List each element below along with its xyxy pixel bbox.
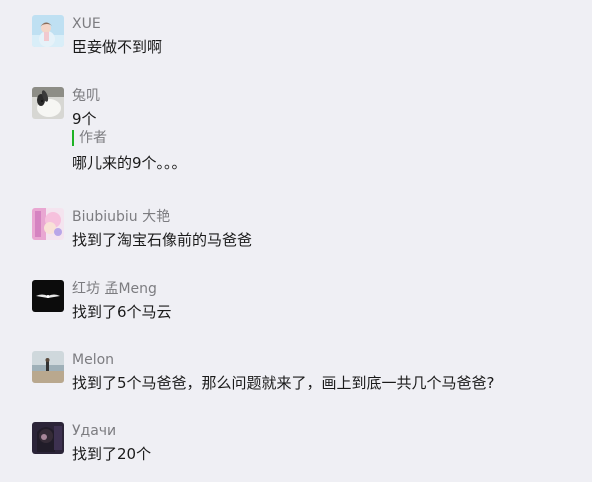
comment-list: XUE 臣妾做不到啊 兔叽 9个 作者 哪儿来的9个。。。 Biubiubiu … (0, 0, 592, 482)
comment-text: 找到了6个马云 (72, 303, 172, 321)
comment-author[interactable]: Melon (72, 351, 114, 369)
avatar-beach-icon[interactable] (32, 351, 64, 383)
avatar-rabbit-icon[interactable] (32, 87, 64, 119)
comment-text: 9个 (72, 110, 97, 128)
avatar-girl-icon[interactable] (32, 15, 64, 47)
comment-author[interactable]: 红坊 孟Meng (72, 280, 157, 298)
comment-text: 臣妾做不到啊 (72, 38, 163, 56)
comment-author[interactable]: 兔叽 (72, 87, 100, 105)
comment-author[interactable]: XUE (72, 15, 101, 33)
comment-text: 找到了5个马爸爸，那么问题就来了，画上到底一共几个马爸爸? (72, 374, 495, 392)
comment-author[interactable]: Biubiubiu 大艳 (72, 208, 170, 226)
avatar-anime-icon[interactable] (32, 208, 64, 240)
comment-author[interactable]: Удачи (72, 422, 116, 440)
comment-text: 找到了20个 (72, 445, 152, 463)
author-reply-label: 作者 (72, 130, 107, 146)
avatar-portrait-icon[interactable] (32, 422, 64, 454)
avatar-bird-icon[interactable] (32, 280, 64, 312)
comment-text: 找到了淘宝石像前的马爸爸 (72, 231, 253, 249)
author-reply-text: 哪儿来的9个。。。 (72, 154, 187, 172)
